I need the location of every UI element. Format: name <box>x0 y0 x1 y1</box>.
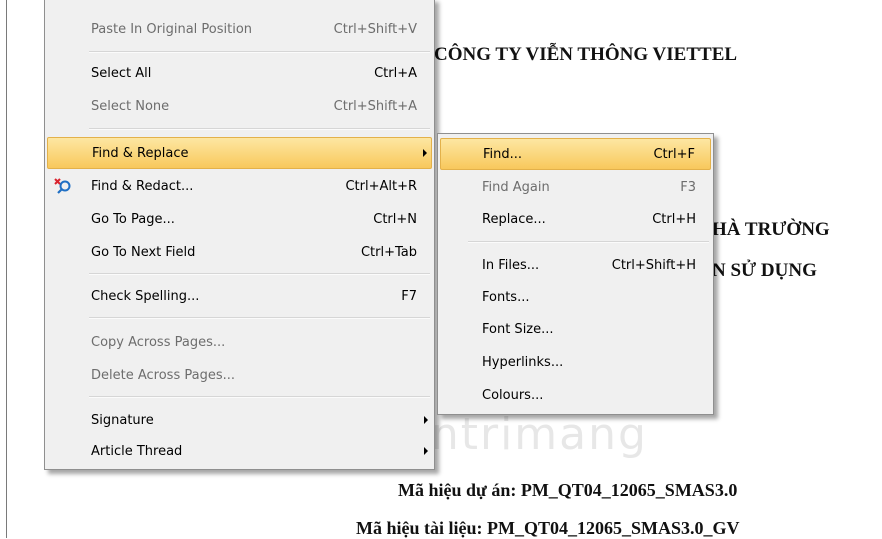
submenu-item-font-size[interactable]: Font Size... <box>440 314 711 344</box>
menu-item-find-redact[interactable]: Find & Redact... Ctrl+Alt+R <box>47 171 432 201</box>
submenu-item-find-again[interactable]: Find Again F3 <box>440 172 711 202</box>
menu-separator <box>89 317 430 319</box>
menu-item-shortcut: Ctrl+Shift+H <box>611 257 696 273</box>
edit-context-menu: Paste In Original Position Ctrl+Shift+V … <box>44 0 435 470</box>
menu-item-label: Select None <box>91 98 170 114</box>
menu-item-select-all[interactable]: Select All Ctrl+A <box>47 58 432 88</box>
find-replace-submenu: Find... Ctrl+F Find Again F3 Replace... … <box>437 133 714 415</box>
menu-item-label: Fonts... <box>482 289 530 305</box>
submenu-item-hyperlinks[interactable]: Hyperlinks... <box>440 347 711 377</box>
menu-item-label: Article Thread <box>91 443 183 459</box>
menu-item-label: Check Spelling... <box>91 288 200 304</box>
menu-item-label: Signature <box>91 412 154 428</box>
menu-item-label: Find & Redact... <box>91 178 194 194</box>
menu-item-paste-in-original-position[interactable]: Paste In Original Position Ctrl+Shift+V <box>47 14 432 44</box>
doc-line-truong: HÀ TRƯỜNG <box>712 219 830 240</box>
doc-line-document-code: Mã hiệu tài liệu: PM_QT04_12065_SMAS3.0_… <box>356 518 740 538</box>
menu-item-label: Find... <box>483 146 523 162</box>
doc-line-company: CÔNG TY VIỄN THÔNG VIETTEL <box>434 44 738 65</box>
menu-item-delete-across-pages[interactable]: Delete Across Pages... <box>47 360 432 390</box>
menu-item-label: Font Size... <box>482 321 554 337</box>
menu-item-shortcut: Ctrl+N <box>373 211 417 227</box>
menu-separator <box>89 396 430 398</box>
menu-separator <box>468 241 709 243</box>
submenu-item-replace[interactable]: Replace... Ctrl+H <box>440 204 711 234</box>
menu-item-label: Go To Page... <box>91 211 175 227</box>
submenu-item-in-files[interactable]: In Files... Ctrl+Shift+H <box>440 250 711 280</box>
menu-item-label: Replace... <box>482 211 546 227</box>
submenu-arrow-icon <box>424 416 428 424</box>
menu-item-go-to-next-field[interactable]: Go To Next Field Ctrl+Tab <box>47 237 432 267</box>
page-edge <box>6 0 7 538</box>
menu-item-copy-across-pages[interactable]: Copy Across Pages... <box>47 327 432 357</box>
menu-item-shortcut: Ctrl+A <box>374 65 417 81</box>
menu-item-shortcut: F3 <box>680 179 696 195</box>
menu-item-label: Hyperlinks... <box>482 354 564 370</box>
menu-item-label: In Files... <box>482 257 540 273</box>
menu-separator <box>89 273 430 275</box>
menu-item-label: Find & Replace <box>92 145 189 161</box>
menu-item-shortcut: Ctrl+Alt+R <box>345 178 417 194</box>
menu-item-shortcut: Ctrl+Shift+A <box>333 98 417 114</box>
doc-line-su-dung: N SỬ DỤNG <box>712 260 817 281</box>
menu-item-label: Select All <box>91 65 152 81</box>
menu-item-article-thread[interactable]: Article Thread <box>47 436 432 466</box>
submenu-item-find[interactable]: Find... Ctrl+F <box>440 138 711 170</box>
menu-item-check-spelling[interactable]: Check Spelling... F7 <box>47 281 432 311</box>
menu-separator <box>89 128 430 130</box>
menu-item-find-replace[interactable]: Find & Replace <box>47 137 432 169</box>
doc-line-project-code: Mã hiệu dự án: PM_QT04_12065_SMAS3.0 <box>398 480 738 500</box>
submenu-item-colours[interactable]: Colours... <box>440 380 711 410</box>
submenu-item-fonts[interactable]: Fonts... <box>440 282 711 312</box>
menu-item-label: Copy Across Pages... <box>91 334 226 350</box>
find-redact-icon <box>54 178 71 194</box>
menu-item-shortcut: Ctrl+H <box>652 211 696 227</box>
submenu-arrow-icon <box>423 149 427 157</box>
menu-item-go-to-page[interactable]: Go To Page... Ctrl+N <box>47 204 432 234</box>
submenu-arrow-icon <box>424 447 428 455</box>
menu-item-shortcut: Ctrl+F <box>653 146 695 162</box>
menu-item-label: Colours... <box>482 387 544 403</box>
menu-separator <box>89 51 430 53</box>
menu-item-select-none[interactable]: Select None Ctrl+Shift+A <box>47 91 432 121</box>
menu-item-shortcut: F7 <box>401 288 417 304</box>
menu-item-label: Find Again <box>482 179 550 195</box>
menu-item-shortcut: Ctrl+Shift+V <box>333 21 417 37</box>
menu-item-shortcut: Ctrl+Tab <box>360 244 417 260</box>
menu-item-label: Delete Across Pages... <box>91 367 235 383</box>
menu-item-label: Paste In Original Position <box>91 21 253 37</box>
menu-item-signature[interactable]: Signature <box>47 405 432 435</box>
menu-item-label: Go To Next Field <box>91 244 196 260</box>
